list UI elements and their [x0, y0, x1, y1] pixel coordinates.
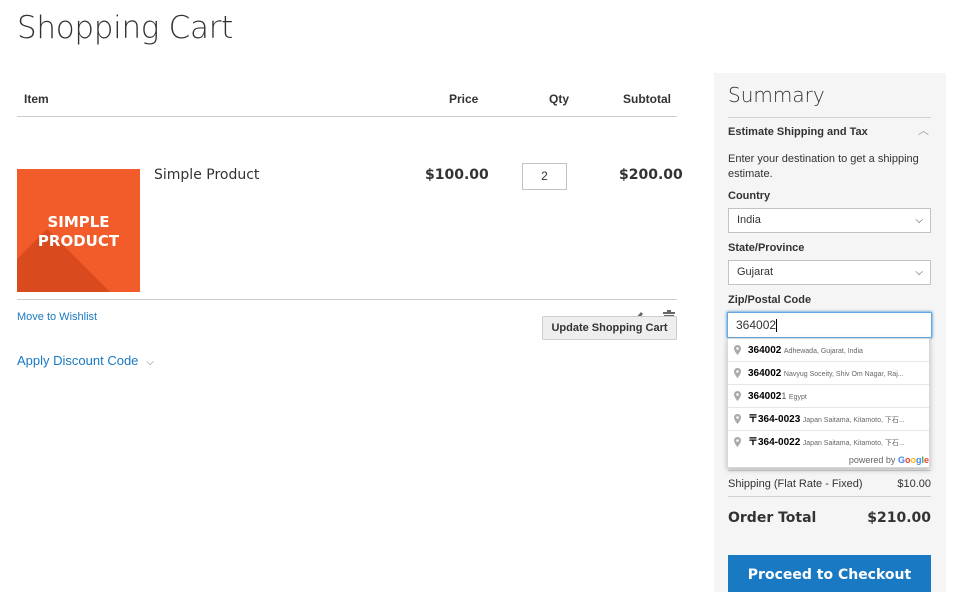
- shipping-label: Shipping (Flat Rate - Fixed): [728, 478, 863, 490]
- autocomplete-suggestion[interactable]: 364002 Adhewada, Gujarat, India: [728, 339, 929, 362]
- qty-input[interactable]: 2: [522, 163, 567, 190]
- apply-discount-toggle[interactable]: Apply Discount Code ⌵: [17, 353, 154, 368]
- map-pin-icon: [734, 437, 741, 447]
- powered-by-text: powered by: [848, 455, 896, 465]
- powered-by-google: powered by Google: [849, 455, 929, 465]
- header-subtotal: Subtotal: [623, 92, 671, 106]
- address-autocomplete-dropdown: 364002 Adhewada, Gujarat, India 364002 N…: [727, 338, 930, 468]
- summary-divider: [728, 470, 931, 471]
- zip-value: 364002: [736, 318, 777, 332]
- country-label: Country: [728, 190, 771, 202]
- autocomplete-suggestion[interactable]: 〒364-0022 Japan Saitama, Kitamoto, 下石...: [728, 431, 929, 454]
- suggestion-desc: Adhewada, Gujarat, India: [783, 348, 863, 355]
- map-pin-icon: [734, 391, 741, 401]
- zip-input[interactable]: 364002: [727, 312, 932, 338]
- estimate-description: Enter your destination to get a shipping…: [728, 153, 919, 180]
- thumbnail-text: SIMPLE PRODUCT: [17, 213, 140, 251]
- cart-table-header: Item Price Qty Subtotal: [17, 80, 677, 117]
- chevron-down-icon: ⌵: [915, 267, 923, 278]
- shipping-row: Shipping (Flat Rate - Fixed) $10.00: [728, 478, 931, 490]
- autocomplete-suggestion[interactable]: 364002 Navyug Soceity, Shiv Om Nagar, Ra…: [728, 362, 929, 385]
- product-name-link[interactable]: Simple Product: [154, 167, 259, 183]
- suggestion-main: 364002: [748, 345, 782, 356]
- summary-title: Summary: [728, 83, 825, 107]
- country-select[interactable]: India ⌵: [728, 208, 931, 233]
- chevron-up-icon[interactable]: ︿: [918, 122, 929, 138]
- update-cart-button[interactable]: Update Shopping Cart: [542, 316, 677, 340]
- summary-divider: [728, 117, 931, 118]
- order-total-value: $210.00: [867, 510, 931, 526]
- map-pin-icon: [734, 368, 741, 378]
- summary-divider: [728, 496, 931, 497]
- suggestion-desc: Navyug Soceity, Shiv Om Nagar, Raj...: [783, 371, 904, 378]
- page-title: Shopping Cart: [17, 10, 234, 46]
- autocomplete-suggestion[interactable]: 3640021 Egypt: [728, 385, 929, 408]
- chevron-down-icon: ⌵: [915, 215, 923, 226]
- order-total-label: Order Total: [728, 510, 817, 526]
- header-item: Item: [24, 92, 49, 106]
- autocomplete-suggestion[interactable]: 〒364-0023 Japan Saitama, Kitamoto, 下石...: [728, 408, 929, 431]
- suggestion-desc: Japan Saitama, Kitamoto, 下石...: [802, 417, 905, 424]
- move-to-wishlist-link[interactable]: Move to Wishlist: [17, 311, 97, 323]
- order-summary: Summary Estimate Shipping and Tax ︿ Ente…: [714, 73, 946, 592]
- suggestion-main: 〒364-0022: [748, 437, 801, 448]
- country-value: India: [737, 214, 761, 226]
- thumbnail-line-1: SIMPLE: [47, 213, 110, 231]
- state-value: Gujarat: [737, 266, 774, 278]
- suggestion-main: 364002: [748, 368, 782, 379]
- suggestion-rest: 1: [781, 391, 787, 401]
- product-thumbnail[interactable]: SIMPLE PRODUCT: [17, 169, 140, 292]
- state-select[interactable]: Gujarat ⌵: [728, 260, 931, 285]
- zip-label: Zip/Postal Code: [728, 294, 812, 306]
- order-total-row: Order Total $210.00: [728, 510, 931, 526]
- map-pin-icon: [734, 414, 741, 424]
- header-qty: Qty: [549, 92, 570, 106]
- item-subtotal: $200.00: [619, 167, 683, 183]
- proceed-to-checkout-button[interactable]: Proceed to Checkout: [728, 555, 931, 592]
- estimate-shipping-toggle[interactable]: Estimate Shipping and Tax: [728, 126, 868, 138]
- thumbnail-line-2: PRODUCT: [37, 232, 120, 250]
- chevron-down-icon: ⌵: [146, 357, 154, 368]
- apply-discount-label: Apply Discount Code: [17, 353, 139, 368]
- suggestion-main: 364002: [748, 391, 782, 402]
- suggestion-desc: Japan Saitama, Kitamoto, 下石...: [802, 440, 905, 447]
- shipping-value: $10.00: [897, 478, 931, 490]
- google-logo: Google: [897, 455, 929, 465]
- suggestion-desc: Egypt: [788, 394, 807, 401]
- header-price: Price: [449, 92, 479, 106]
- suggestion-main: 〒364-0023: [748, 414, 801, 425]
- cart-table: Item Price Qty Subtotal SIMPLE PRODUCT S…: [17, 80, 683, 340]
- map-pin-icon: [734, 345, 741, 355]
- cart-item-row: SIMPLE PRODUCT Simple Product $100.00 2 …: [17, 117, 683, 324]
- text-caret: [776, 319, 778, 333]
- item-price: $100.00: [425, 167, 489, 183]
- state-label: State/Province: [728, 242, 805, 254]
